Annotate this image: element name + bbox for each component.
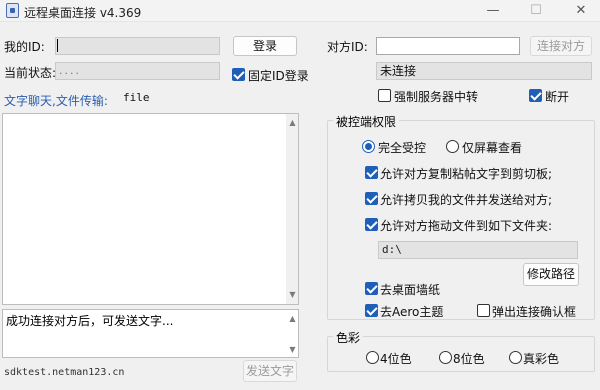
- permissions-title: 被控端权限: [333, 113, 400, 130]
- color-8bit-label: 8位色: [453, 352, 485, 366]
- allow-send-files-label: 允许拷贝我的文件并发送给对方;: [380, 193, 553, 207]
- color-title: 色彩: [333, 329, 364, 346]
- status-field: ....: [55, 62, 220, 80]
- chat-log[interactable]: [2, 113, 299, 305]
- popup-confirm-label: 弹出连接确认框: [492, 305, 577, 319]
- my-id-label: 我的ID:: [4, 40, 45, 54]
- remove-aero-checkbox[interactable]: [365, 304, 378, 317]
- chat-log-scrollbar[interactable]: [286, 114, 298, 304]
- minimize-button[interactable]: —: [478, 2, 508, 20]
- status-label: 当前状态:: [4, 66, 57, 80]
- peer-id-input[interactable]: [376, 37, 520, 55]
- message-scroll-down-icon[interactable]: ▼: [287, 344, 298, 355]
- allow-drag-files-checkbox[interactable]: [365, 218, 378, 231]
- scroll-down-icon[interactable]: ▼: [287, 289, 298, 300]
- close-button[interactable]: ✕: [566, 2, 596, 20]
- status-value: ....: [59, 64, 81, 77]
- folder-path-field: d:\: [378, 241, 578, 259]
- remove-wallpaper-checkbox[interactable]: [365, 282, 378, 295]
- peer-id-label: 对方ID:: [327, 40, 368, 54]
- force-relay-checkbox[interactable]: [378, 89, 391, 102]
- force-relay-label: 强制服务器中转: [394, 90, 479, 104]
- view-only-label: 仅屏幕查看: [462, 141, 523, 155]
- text-caret: [57, 39, 58, 52]
- allow-clipboard-checkbox[interactable]: [365, 166, 378, 179]
- connection-status: 未连接: [380, 64, 417, 78]
- change-path-button[interactable]: 修改路径: [523, 263, 579, 286]
- remove-wallpaper-label: 去桌面墙纸: [380, 283, 441, 297]
- remove-aero-label: 去Aero主题: [380, 305, 444, 319]
- maximize-button[interactable]: ☐: [521, 2, 551, 20]
- fixed-id-label: 固定ID登录: [248, 69, 309, 83]
- window-title: 远程桌面连接 v4.369: [24, 6, 142, 20]
- footer-url[interactable]: sdktest.netman123.cn: [4, 367, 124, 378]
- color-truecolor-label: 真彩色: [523, 352, 560, 366]
- connect-button[interactable]: 连接对方: [530, 36, 592, 56]
- message-input[interactable]: 成功连接对方后，可发送文字...: [2, 309, 299, 358]
- send-text-button[interactable]: 发送文字: [243, 360, 297, 382]
- app-icon: [6, 3, 19, 18]
- allow-send-files-checkbox[interactable]: [365, 192, 378, 205]
- scroll-up-icon[interactable]: ▲: [287, 117, 298, 128]
- connection-status-field: 未连接: [376, 62, 592, 80]
- chat-link[interactable]: 文字聊天,文件传输:: [4, 92, 108, 109]
- popup-confirm-checkbox[interactable]: [477, 304, 490, 317]
- view-only-radio[interactable]: [446, 140, 459, 153]
- color-4bit-radio[interactable]: [366, 351, 379, 364]
- color-4bit-label: 4位色: [380, 352, 412, 366]
- file-label: file: [123, 91, 150, 104]
- disconnect-label: 断开: [545, 90, 570, 104]
- folder-path: d:\: [382, 243, 402, 256]
- full-control-label: 完全受控: [378, 141, 427, 155]
- message-input-text: 成功连接对方后，可发送文字...: [6, 314, 174, 328]
- color-truecolor-radio[interactable]: [509, 351, 522, 364]
- disconnect-checkbox[interactable]: [529, 89, 542, 102]
- message-scroll-up-icon[interactable]: ▲: [287, 313, 298, 324]
- fixed-id-checkbox[interactable]: [232, 68, 245, 81]
- full-control-radio[interactable]: [362, 140, 375, 153]
- allow-drag-files-label: 允许对方拖动文件到如下文件夹:: [380, 219, 553, 233]
- color-8bit-radio[interactable]: [439, 351, 452, 364]
- my-id-field[interactable]: [55, 37, 220, 55]
- login-button[interactable]: 登录: [233, 36, 297, 56]
- allow-clipboard-label: 允许对方复制粘帖文字到剪切板;: [380, 167, 553, 181]
